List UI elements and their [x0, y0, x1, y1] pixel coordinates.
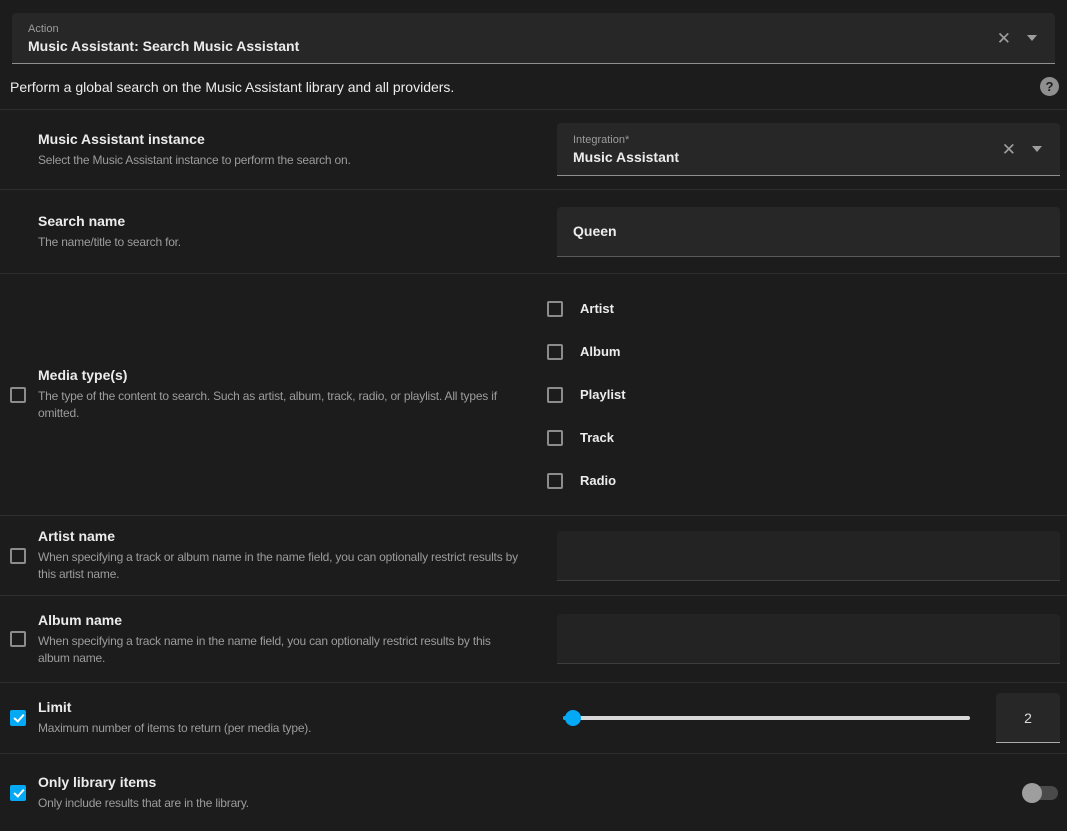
clear-icon[interactable]: ✕: [1002, 141, 1016, 158]
album-name-row: Album name When specifying a track name …: [0, 596, 1067, 683]
toggle-thumb: [1022, 783, 1042, 803]
search-name-row: Search name The name/title to search for…: [0, 190, 1067, 274]
instance-row: Music Assistant instance Select the Musi…: [0, 110, 1067, 190]
action-description: Perform a global search on the Music Ass…: [10, 79, 454, 95]
only-library-text: Only library items Only include results …: [38, 774, 249, 812]
limit-row-right: 2: [533, 683, 1067, 753]
limit-row-left: Limit Maximum number of items to return …: [0, 683, 533, 753]
integration-select[interactable]: Integration* Music Assistant ✕: [557, 123, 1060, 176]
album-option-label: Album: [580, 344, 620, 359]
media-option-playlist[interactable]: Playlist: [547, 373, 1060, 416]
artist-name-text: Artist name When specifying a track or a…: [38, 528, 521, 583]
album-name-checkbox[interactable]: [10, 631, 26, 647]
media-types-text: Media type(s) The type of the content to…: [38, 367, 521, 422]
media-types-row: Media type(s) The type of the content to…: [0, 274, 1067, 516]
clear-icon[interactable]: ✕: [997, 30, 1011, 47]
artist-name-row-left: Artist name When specifying a track or a…: [0, 516, 533, 595]
radio-option-label: Radio: [580, 473, 616, 488]
only-library-row-left: Only library items Only include results …: [0, 754, 533, 831]
instance-row-left: Music Assistant instance Select the Musi…: [0, 110, 533, 189]
album-name-input[interactable]: [557, 614, 1060, 664]
album-name-row-right: [533, 596, 1067, 682]
slider-track[interactable]: [563, 716, 970, 720]
track-option-checkbox[interactable]: [547, 430, 563, 446]
album-option-checkbox[interactable]: [547, 344, 563, 360]
playlist-option-checkbox[interactable]: [547, 387, 563, 403]
limit-checkbox[interactable]: [10, 710, 26, 726]
limit-number-value: 2: [1024, 710, 1032, 726]
album-name-title: Album name: [38, 612, 521, 628]
help-icon[interactable]: ?: [1040, 77, 1059, 96]
integration-select-label: Integration*: [573, 134, 1002, 146]
limit-number-input[interactable]: 2: [996, 693, 1060, 743]
artist-option-label: Artist: [580, 301, 614, 316]
artist-option-checkbox[interactable]: [547, 301, 563, 317]
media-types-subtitle: The type of the content to search. Such …: [38, 388, 521, 422]
media-option-artist[interactable]: Artist: [547, 287, 1060, 330]
action-config-panel: Action Music Assistant: Search Music Ass…: [0, 13, 1067, 831]
media-option-radio[interactable]: Radio: [547, 459, 1060, 502]
slider-thumb[interactable]: [565, 710, 581, 726]
media-types-title: Media type(s): [38, 367, 521, 383]
only-library-checkbox[interactable]: [10, 785, 26, 801]
album-name-row-left: Album name When specifying a track name …: [0, 596, 533, 682]
media-types-options: Artist Album Playlist Track Radio: [533, 274, 1067, 515]
artist-name-checkbox[interactable]: [10, 548, 26, 564]
artist-name-row: Artist name When specifying a track or a…: [0, 516, 1067, 596]
instance-subtitle: Select the Music Assistant instance to p…: [38, 152, 351, 169]
search-name-row-left: Search name The name/title to search for…: [0, 190, 533, 273]
artist-name-title: Artist name: [38, 528, 521, 544]
search-name-input[interactable]: [557, 207, 1060, 257]
artist-name-subtitle: When specifying a track or album name in…: [38, 549, 521, 583]
only-library-title: Only library items: [38, 774, 249, 790]
instance-row-right: Integration* Music Assistant ✕: [533, 110, 1067, 189]
chevron-down-icon[interactable]: [1032, 146, 1042, 152]
limit-slider[interactable]: [563, 708, 970, 728]
limit-text: Limit Maximum number of items to return …: [38, 699, 311, 737]
search-name-row-right: [533, 190, 1067, 273]
action-description-bar: Perform a global search on the Music Ass…: [0, 64, 1067, 110]
action-select-label: Action: [28, 23, 997, 35]
limit-row: Limit Maximum number of items to return …: [0, 683, 1067, 754]
media-option-track[interactable]: Track: [547, 416, 1060, 459]
only-library-subtitle: Only include results that are in the lib…: [38, 795, 249, 812]
action-select-value: Music Assistant: Search Music Assistant: [28, 38, 997, 54]
only-library-row-right: [533, 754, 1067, 831]
search-name-text: Search name The name/title to search for…: [38, 213, 181, 251]
integration-select-value: Music Assistant: [573, 149, 1002, 165]
action-select-text: Action Music Assistant: Search Music Ass…: [28, 23, 997, 54]
track-option-label: Track: [580, 430, 614, 445]
artist-name-input[interactable]: [557, 531, 1060, 581]
search-name-subtitle: The name/title to search for.: [38, 234, 181, 251]
media-types-row-left: Media type(s) The type of the content to…: [0, 274, 533, 515]
radio-option-checkbox[interactable]: [547, 473, 563, 489]
artist-name-row-right: [533, 516, 1067, 595]
search-name-title: Search name: [38, 213, 181, 229]
media-types-checkbox[interactable]: [10, 387, 26, 403]
instance-text: Music Assistant instance Select the Musi…: [38, 131, 351, 169]
media-option-album[interactable]: Album: [547, 330, 1060, 373]
playlist-option-label: Playlist: [580, 387, 626, 402]
action-select[interactable]: Action Music Assistant: Search Music Ass…: [12, 13, 1055, 64]
instance-title: Music Assistant instance: [38, 131, 351, 147]
album-name-text: Album name When specifying a track name …: [38, 612, 521, 667]
limit-title: Limit: [38, 699, 311, 715]
album-name-subtitle: When specifying a track name in the name…: [38, 633, 521, 667]
only-library-row: Only library items Only include results …: [0, 754, 1067, 831]
chevron-down-icon[interactable]: [1027, 35, 1037, 41]
limit-subtitle: Maximum number of items to return (per m…: [38, 720, 311, 737]
only-library-toggle[interactable]: [1022, 783, 1058, 803]
integration-select-text: Integration* Music Assistant: [573, 134, 1002, 165]
